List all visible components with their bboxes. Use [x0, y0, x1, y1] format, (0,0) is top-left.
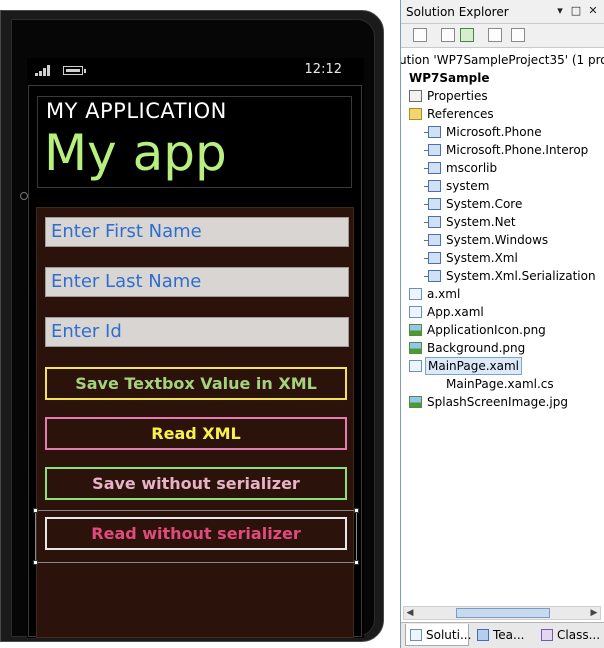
tab-solution-explorer[interactable]: Soluti... [405, 624, 472, 646]
designer-surface: 12:12 MY APPLICATION My app Enter First … [0, 0, 400, 648]
resize-handle-top-right[interactable] [354, 508, 359, 513]
id-textbox[interactable]: Enter Id [45, 317, 349, 347]
xaml-file-icon [409, 306, 422, 318]
scroll-right-icon[interactable]: ▶ [588, 607, 600, 619]
xaml-file-icon [409, 360, 422, 372]
pin-icon[interactable]: ▾ [554, 5, 566, 17]
solution-explorer-icon [410, 629, 422, 641]
panel-tabs: Soluti... Tea... Class... [401, 622, 604, 648]
grid-adorner-icon[interactable] [20, 192, 28, 200]
horizontal-scrollbar[interactable]: ◀ ▶ [403, 606, 601, 620]
team-explorer-icon [477, 629, 489, 641]
application-title: MY APPLICATION [46, 99, 227, 123]
reference-label: System.Windows [446, 233, 549, 247]
image-file-icon [409, 396, 422, 408]
save-without-serializer-button[interactable]: Save without serializer [45, 467, 347, 500]
reference-label: system [446, 179, 490, 193]
solution-label: ution 'WP7SampleProject35' (1 project [401, 53, 604, 67]
status-bar-time: 12:12 [304, 62, 342, 77]
properties-icon[interactable] [413, 28, 427, 42]
reference-icon [424, 270, 441, 282]
reference-label: Microsoft.Phone.Interop [446, 143, 589, 157]
solution-tree: ution 'WP7SampleProject35' (1 project WP… [401, 48, 604, 604]
reference-icon [424, 252, 441, 264]
open-folder-icon [409, 108, 422, 120]
tab-label: Tea... [493, 628, 525, 642]
solution-explorer-toolbar [401, 24, 604, 48]
reference-label: System.Net [446, 215, 516, 229]
battery-icon [63, 66, 86, 75]
file-label: ApplicationIcon.png [427, 323, 546, 337]
scrollbar-thumb[interactable] [456, 608, 550, 618]
reference-label: mscorlib [446, 161, 498, 175]
properties-folder-icon [409, 90, 422, 102]
view-designer-icon[interactable] [511, 28, 525, 42]
reference-icon [424, 180, 441, 192]
solution-explorer-titlebar: Solution Explorer ▾ □ ✕ [401, 0, 604, 24]
view-code-icon[interactable] [488, 28, 502, 42]
refresh-icon[interactable] [460, 28, 474, 42]
project-label: WP7Sample [409, 71, 490, 85]
references-label: References [427, 107, 494, 121]
read-xml-button[interactable]: Read XML [45, 417, 347, 450]
tab-label: Class... [557, 628, 601, 642]
close-icon[interactable]: ✕ [587, 5, 599, 17]
tab-team-explorer[interactable]: Tea... [473, 624, 531, 646]
panel-title: Solution Explorer [406, 5, 509, 19]
solution-explorer-panel: Solution Explorer ▾ □ ✕ ution 'WP7Sample… [400, 0, 604, 648]
reference-label: System.Core [446, 197, 523, 211]
file-label: a.xml [427, 287, 461, 301]
image-file-icon [409, 342, 422, 354]
class-view-icon [541, 629, 553, 641]
selection-adorner [35, 510, 357, 563]
first-name-textbox[interactable]: Enter First Name [45, 217, 349, 247]
image-file-icon [409, 324, 422, 336]
reference-icon [424, 162, 441, 174]
status-bar: 12:12 [27, 58, 364, 84]
reference-icon [424, 126, 441, 138]
file-label: SplashScreenImage.jpg [427, 395, 568, 409]
scroll-left-icon[interactable]: ◀ [404, 607, 416, 619]
resize-handle-top-left[interactable] [33, 508, 38, 513]
resize-handle-bottom-right[interactable] [354, 560, 359, 565]
signal-strength-icon [35, 65, 51, 76]
tab-class-view[interactable]: Class... [537, 624, 603, 646]
file-label: App.xaml [427, 305, 484, 319]
tab-label: Soluti... [426, 628, 472, 642]
file-label: MainPage.xaml [425, 357, 522, 375]
reference-label: System.Xml.Serialization [446, 269, 596, 283]
properties-label: Properties [427, 89, 488, 103]
file-label: Background.png [427, 341, 526, 355]
maximize-icon[interactable]: □ [570, 5, 582, 17]
title-panel[interactable]: MY APPLICATION My app [37, 96, 352, 188]
xml-file-icon [409, 288, 422, 300]
reference-icon [424, 198, 441, 210]
save-xml-button[interactable]: Save Textbox Value in XML [45, 367, 347, 400]
reference-label: Microsoft.Phone [446, 125, 542, 139]
resize-handle-bottom-left[interactable] [33, 560, 38, 565]
reference-label: System.Xml [446, 251, 518, 265]
content-panel[interactable]: Enter First Name Enter Last Name Enter I… [36, 207, 354, 638]
show-all-files-icon[interactable] [441, 28, 455, 42]
reference-icon [424, 144, 441, 156]
file-label: MainPage.xaml.cs [446, 377, 554, 391]
reference-icon [424, 234, 441, 246]
reference-icon [424, 216, 441, 228]
last-name-textbox[interactable]: Enter Last Name [45, 267, 349, 297]
page-title: My app [44, 124, 227, 182]
